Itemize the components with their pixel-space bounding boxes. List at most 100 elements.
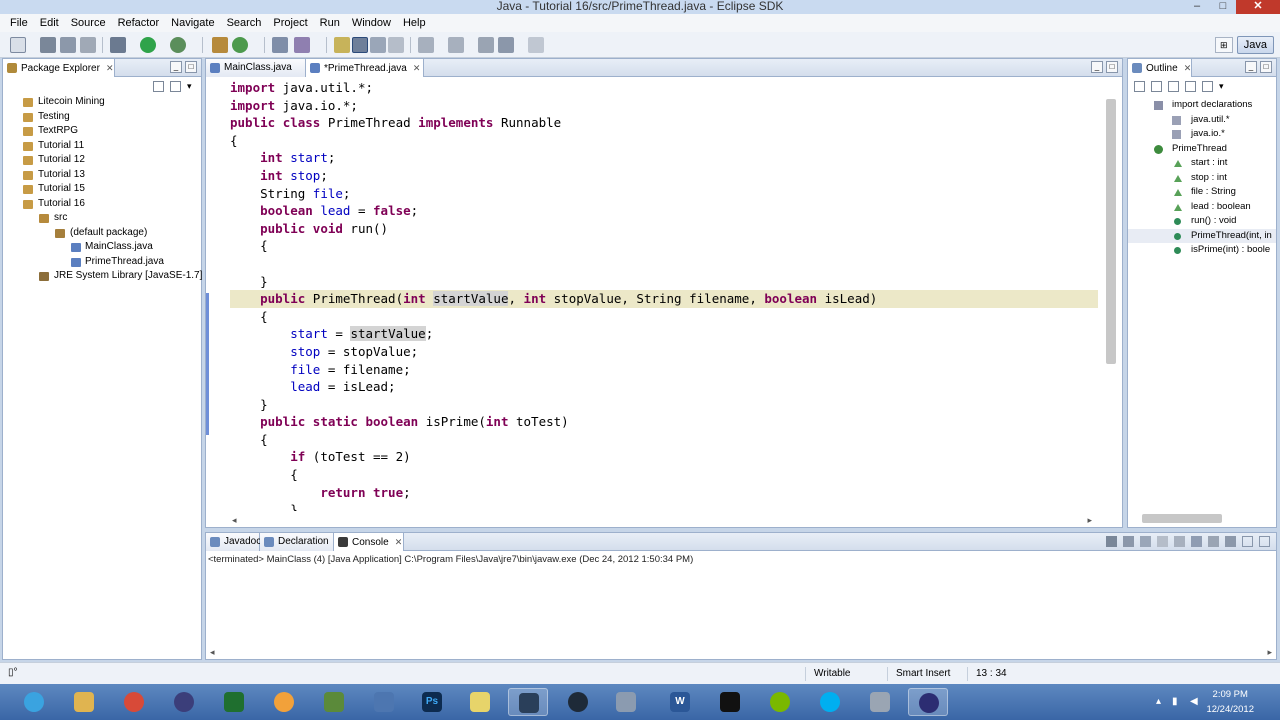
tab-outline[interactable]: Outline ✕ bbox=[1128, 59, 1192, 77]
skype-taskbar-button[interactable] bbox=[810, 688, 850, 716]
outline-horizontal-scrollbar[interactable] bbox=[1142, 514, 1222, 523]
list-item[interactable]: PrimeThread bbox=[1128, 142, 1276, 157]
cmd-taskbar-button[interactable] bbox=[710, 688, 750, 716]
list-item[interactable]: Tutorial 11 bbox=[3, 139, 199, 154]
maximize-view-icon[interactable]: □ bbox=[185, 61, 197, 73]
minimize-view-icon[interactable]: _ bbox=[170, 61, 182, 73]
maximize-view-icon[interactable]: □ bbox=[1260, 61, 1272, 73]
minecraft-taskbar-button[interactable] bbox=[314, 688, 354, 716]
previous-annotation-icon[interactable] bbox=[448, 37, 464, 53]
scroll-right-icon[interactable]: ▸ bbox=[1267, 647, 1272, 658]
pin-console-icon[interactable] bbox=[1191, 536, 1202, 547]
close-tab-icon[interactable]: ✕ bbox=[106, 63, 114, 73]
scroll-lock-icon[interactable] bbox=[1174, 536, 1185, 547]
view-menu-icon[interactable]: ▾ bbox=[1219, 81, 1230, 92]
hide-nonpublic-icon[interactable] bbox=[1202, 81, 1213, 92]
clear-console-icon[interactable] bbox=[1157, 536, 1168, 547]
code-editor[interactable]: import java.util.*; import java.io.*; pu… bbox=[230, 79, 1098, 511]
collapse-all-icon[interactable] bbox=[153, 81, 164, 92]
app-taskbar-button[interactable] bbox=[214, 688, 254, 716]
word-taskbar-button[interactable]: W bbox=[660, 688, 700, 716]
editor-vertical-scrollbar[interactable] bbox=[1106, 99, 1116, 364]
menu-window[interactable]: Window bbox=[346, 14, 397, 32]
new-icon[interactable] bbox=[10, 37, 26, 53]
last-edit-icon[interactable] bbox=[478, 37, 494, 53]
scroll-right-icon[interactable]: ▸ bbox=[1087, 515, 1092, 526]
new-package-icon[interactable] bbox=[212, 37, 228, 53]
explorer-taskbar-button[interactable] bbox=[64, 688, 104, 716]
new-class-icon[interactable] bbox=[232, 37, 248, 53]
tray-arrow-icon[interactable]: ▴ bbox=[1156, 696, 1161, 707]
close-tab-icon[interactable]: ✕ bbox=[413, 63, 421, 73]
tab-primethread[interactable]: *PrimeThread.java ✕ bbox=[306, 59, 424, 77]
list-item[interactable]: file : String bbox=[1128, 185, 1276, 200]
hide-static-icon[interactable] bbox=[1185, 81, 1196, 92]
list-item[interactable]: stop : int bbox=[1128, 171, 1276, 186]
scroll-left-icon[interactable]: ◂ bbox=[232, 515, 237, 526]
list-item[interactable]: lead : boolean bbox=[1128, 200, 1276, 215]
minimize-icon[interactable]: ‒ bbox=[1184, 0, 1210, 14]
app-taskbar-button[interactable] bbox=[606, 688, 646, 716]
list-item[interactable]: PrimeThread.java bbox=[3, 255, 199, 270]
close-tab-icon[interactable]: ✕ bbox=[395, 537, 403, 547]
tab-javadoc[interactable]: Javadoc bbox=[206, 533, 261, 551]
menu-file[interactable]: File bbox=[4, 14, 34, 32]
menu-refactor[interactable]: Refactor bbox=[112, 14, 166, 32]
search-icon[interactable] bbox=[294, 37, 310, 53]
print-icon[interactable] bbox=[80, 37, 96, 53]
fast-view-icon[interactable]: ▯° bbox=[8, 667, 18, 678]
list-item[interactable]: Tutorial 16 bbox=[3, 197, 199, 212]
collapse-all-icon[interactable] bbox=[1134, 81, 1145, 92]
minimize-view-icon[interactable]: _ bbox=[1245, 61, 1257, 73]
list-item[interactable]: JRE System Library [JavaSE-1.7] bbox=[3, 269, 202, 284]
photoshop-taskbar-button[interactable]: Ps bbox=[412, 688, 452, 716]
tab-console[interactable]: Console ✕ bbox=[334, 533, 404, 551]
menu-project[interactable]: Project bbox=[267, 14, 313, 32]
list-item[interactable]: Tutorial 12 bbox=[3, 153, 199, 168]
maximize-view-icon[interactable]: □ bbox=[1106, 61, 1118, 73]
block-selection-icon[interactable] bbox=[370, 37, 386, 53]
system-clock[interactable]: 2:09 PM 12/24/2012 bbox=[1206, 687, 1254, 717]
back-icon[interactable] bbox=[498, 37, 514, 53]
maximize-icon[interactable]: □ bbox=[1210, 0, 1236, 14]
debug-icon[interactable] bbox=[110, 37, 126, 53]
hide-fields-icon[interactable] bbox=[1168, 81, 1179, 92]
run-icon[interactable] bbox=[140, 37, 156, 53]
list-item[interactable]: Litecoin Mining bbox=[3, 95, 199, 110]
steam-taskbar-button[interactable] bbox=[508, 688, 548, 716]
eclipse-taskbar-button[interactable] bbox=[908, 688, 948, 716]
menu-search[interactable]: Search bbox=[221, 14, 268, 32]
list-item[interactable]: java.io.* bbox=[1128, 127, 1276, 142]
volume-tray-icon[interactable]: ◀ bbox=[1190, 696, 1198, 707]
open-console-icon[interactable] bbox=[1225, 536, 1236, 547]
list-item[interactable]: isPrime(int) : boole bbox=[1128, 243, 1276, 258]
list-item[interactable]: Tutorial 13 bbox=[3, 168, 199, 183]
menu-help[interactable]: Help bbox=[397, 14, 432, 32]
network-tray-icon[interactable]: ▮ bbox=[1172, 696, 1178, 707]
scroll-left-icon[interactable]: ◂ bbox=[210, 647, 215, 658]
list-item[interactable]: java.util.* bbox=[1128, 113, 1276, 128]
app-taskbar-button[interactable] bbox=[460, 688, 500, 716]
external-tools-icon[interactable] bbox=[170, 37, 186, 53]
next-annotation-icon[interactable] bbox=[418, 37, 434, 53]
minimize-view-icon[interactable] bbox=[1242, 536, 1253, 547]
terminate-icon[interactable] bbox=[1106, 536, 1117, 547]
maximize-view-icon[interactable] bbox=[1259, 536, 1270, 547]
save-icon[interactable] bbox=[40, 37, 56, 53]
list-item[interactable]: start : int bbox=[1128, 156, 1276, 171]
minimize-view-icon[interactable]: _ bbox=[1091, 61, 1103, 73]
link-with-editor-icon[interactable] bbox=[170, 81, 181, 92]
list-item[interactable]: Testing bbox=[3, 110, 199, 125]
bitcoin-taskbar-button[interactable] bbox=[264, 688, 304, 716]
menu-edit[interactable]: Edit bbox=[34, 14, 65, 32]
list-item[interactable]: run() : void bbox=[1128, 214, 1276, 229]
list-item[interactable]: import declarations bbox=[1128, 98, 1276, 113]
app-taskbar-button[interactable] bbox=[860, 688, 900, 716]
open-perspective-icon[interactable]: ⊞ bbox=[1214, 37, 1233, 53]
display-console-icon[interactable] bbox=[1208, 536, 1219, 547]
editor-horizontal-scrollbar[interactable]: ◂ ▸ bbox=[210, 515, 1092, 525]
open-type-icon[interactable] bbox=[272, 37, 288, 53]
show-whitespace-icon[interactable] bbox=[388, 37, 404, 53]
chrome-taskbar-button[interactable] bbox=[114, 688, 154, 716]
list-item[interactable]: TextRPG bbox=[3, 124, 199, 139]
